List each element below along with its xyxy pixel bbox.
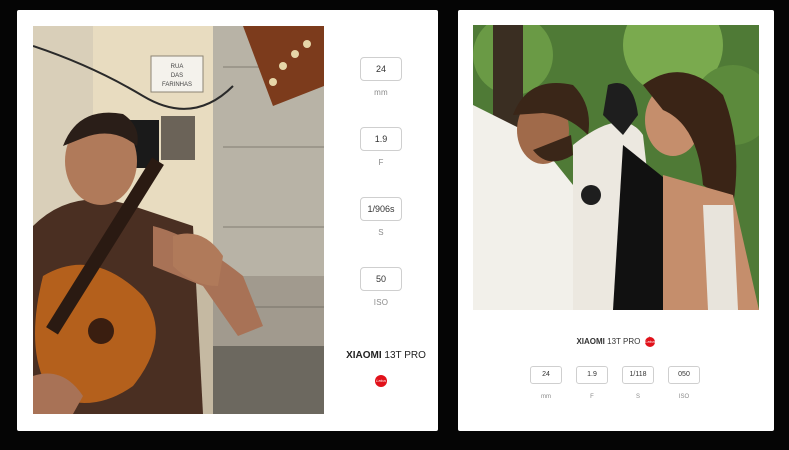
aperture-value-right: 1.9: [576, 366, 608, 384]
photo-card-right: XIAOMI 13T PRO Leica 24 mm 1.9 F 1/118 S…: [458, 10, 774, 431]
street-sign-line-2: DAS: [171, 73, 183, 79]
shutter-unit-right: S: [635, 394, 640, 400]
exif-focal-length: 24 mm: [341, 57, 421, 97]
camera-brand-label: XIAOMI 13T PRO: [341, 350, 431, 361]
camera-brand-label-right: XIAOMI 13T PRO: [458, 336, 774, 346]
exif-shutter: 1/906s S: [341, 197, 421, 237]
shutter-value-right: 1/118: [622, 366, 654, 384]
exif-iso: 50 ISO: [341, 267, 421, 307]
guitarist-photo-image: RUA DAS FARINHAS: [33, 26, 324, 414]
brand-name-right: XIAOMI: [576, 337, 605, 346]
model-name-right: 13T PRO: [607, 337, 641, 346]
focal-length-value-right: 24: [530, 366, 562, 384]
focal-length-value: 24: [360, 57, 402, 81]
couple-dog-photo: [473, 25, 759, 310]
guitarist-photo: RUA DAS FARINHAS: [33, 26, 324, 414]
iso-unit: ISO: [373, 298, 389, 307]
focal-length-unit: mm: [374, 88, 388, 97]
aperture-unit: F: [378, 158, 384, 167]
shutter-unit: S: [378, 228, 384, 237]
aperture-value: 1.9: [360, 127, 402, 151]
exif-aperture: 1.9 F: [341, 127, 421, 167]
aperture-unit-right: F: [590, 394, 594, 400]
iso-value-right: 050: [668, 366, 700, 384]
brand-name: XIAOMI: [346, 350, 382, 361]
focal-length-unit-right: mm: [541, 394, 551, 400]
photo-card-left: RUA DAS FARINHAS 24 mm 1.9 F 1/906s S 50…: [17, 10, 438, 431]
street-sign-line-3: FARINHAS: [162, 82, 192, 88]
model-name: 13T PRO: [384, 350, 426, 361]
leica-logo-right: Leica: [645, 337, 655, 347]
iso-value: 50: [360, 267, 402, 291]
shutter-value: 1/906s: [360, 197, 402, 221]
leica-logo: Leica: [375, 375, 387, 387]
street-sign-line-1: RUA: [171, 64, 184, 70]
couple-dog-photo-image: [473, 25, 759, 310]
iso-unit-right: ISO: [678, 394, 690, 400]
